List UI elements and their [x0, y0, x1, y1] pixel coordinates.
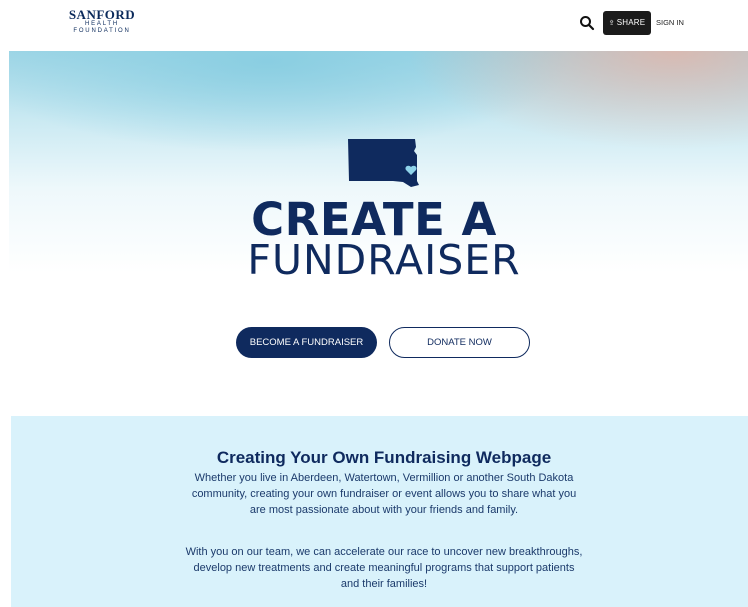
sign-in-link[interactable]: SIGN IN — [656, 11, 684, 35]
share-icon: ⇪ — [608, 20, 615, 27]
become-fundraiser-button[interactable]: BECOME A FUNDRAISER — [236, 327, 377, 358]
site-header: SANFORD HEALTH FOUNDATION ⇪ SHARE SIGN IN — [0, 0, 748, 48]
info-paragraph-1: Whether you live in Aberdeen, Watertown,… — [191, 472, 577, 516]
logo-line-2: HEALTH — [84, 21, 120, 27]
share-label: SHARE — [616, 18, 646, 27]
south-dakota-map-icon — [348, 139, 419, 187]
hero-title-line-2: FUNDRAISER — [247, 236, 521, 284]
logo-line-1: SANFORD — [68, 7, 136, 22]
donate-now-button[interactable]: DONATE NOW — [389, 327, 530, 358]
info-heading: Creating Your Own Fundraising Webpage — [216, 448, 552, 467]
sanford-logo[interactable]: SANFORD HEALTH FOUNDATION — [62, 8, 142, 40]
logo-line-3: FOUNDATION — [73, 28, 131, 34]
share-button[interactable]: ⇪ SHARE — [603, 11, 651, 35]
info-paragraph-2: With you on our team, we can accelerate … — [185, 546, 583, 590]
search-icon[interactable] — [578, 14, 596, 32]
